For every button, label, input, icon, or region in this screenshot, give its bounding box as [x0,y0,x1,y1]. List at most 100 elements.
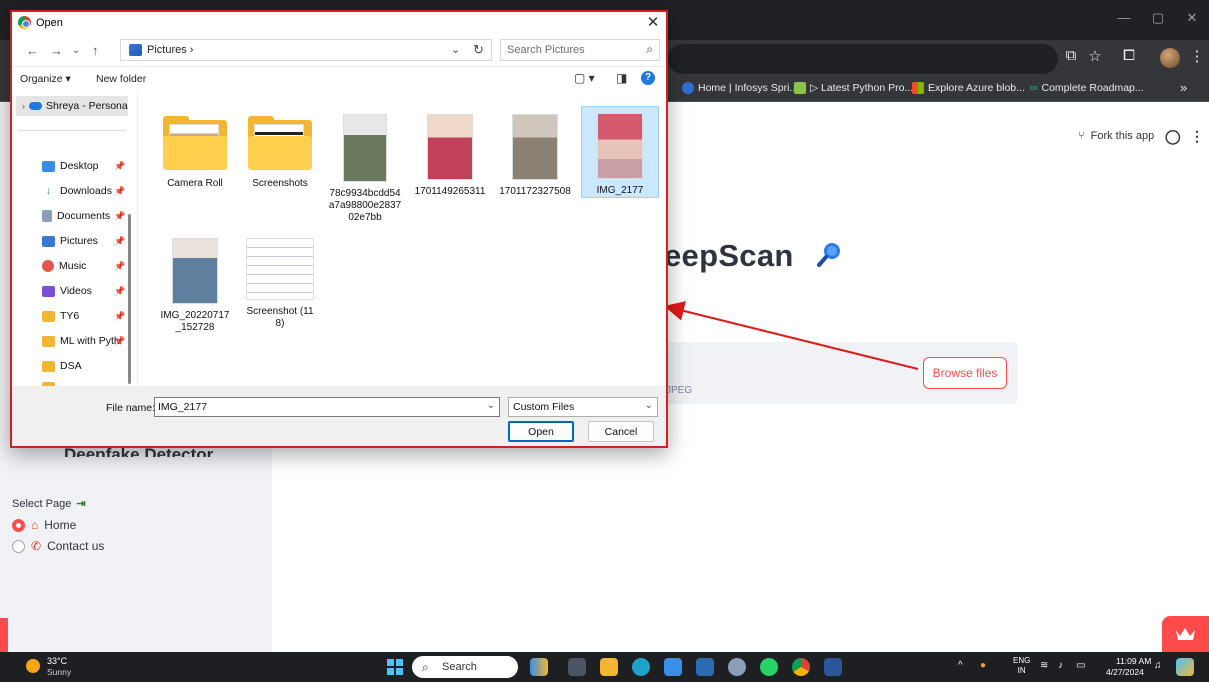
bookmark-star-icon[interactable]: ☆ [1084,47,1106,65]
dialog-navigation-bar: ← → ⌄ ↑ Pictures › ⌄ ↻ ⌕ [12,34,666,66]
fork-app-link[interactable]: ⑂ Fork this app [1078,130,1154,142]
windows-start-icon[interactable] [387,659,403,675]
file-tile-camera-roll[interactable]: Camera Roll [156,108,234,190]
organize-button[interactable]: Organize ▾ [20,73,71,85]
weather-description[interactable]: Sunny [47,667,71,677]
bookmark-item[interactable]: ∞ Complete Roadmap... [1030,82,1144,94]
file-tile-image[interactable]: 1701172327508 [496,108,574,198]
close-window-icon[interactable]: ✕ [1182,10,1202,26]
more-bookmarks-button[interactable]: » [1180,80,1187,95]
close-icon[interactable]: ✕ [644,14,662,32]
microsoft-favicon-icon [912,82,924,94]
tray-app-icon[interactable]: ● [980,660,986,671]
refresh-icon[interactable]: ↻ [473,42,484,58]
chevron-down-icon[interactable]: ⌄ [487,400,495,411]
restore-icon[interactable]: ▢ [1148,10,1168,26]
navigation-scrollbar[interactable] [128,214,131,384]
nav-item-ty6[interactable]: TY6 📌 [42,310,134,322]
mail-icon[interactable] [664,658,682,676]
recent-locations-icon[interactable]: ⌄ [72,45,80,56]
forward-arrow-icon[interactable]: → [50,43,63,58]
file-name-combobox[interactable]: ⌄ [154,397,500,417]
extensions-icon[interactable]: ⧠ [1118,47,1140,64]
nav-item-pictures[interactable]: Pictures 📌 [42,235,134,247]
chevron-up-icon[interactable]: ^ [958,660,963,671]
magnifier-icon [817,243,840,267]
language-indicator[interactable]: ENG IN [1013,656,1030,676]
store-icon[interactable] [696,658,714,676]
clock-date[interactable]: 4/27/2024 [1106,667,1144,677]
nav-item-music[interactable]: Music 📌 [42,260,134,272]
whatsapp-icon[interactable] [760,658,778,676]
app-menu-icon[interactable]: ⋮ [1190,128,1204,145]
up-arrow-icon[interactable]: ↑ [92,43,99,58]
settings-icon[interactable] [728,658,746,676]
weather-temperature[interactable]: 33°C [47,656,67,666]
nav-item-downloads[interactable]: ↓ Downloads 📌 [42,185,134,197]
profile-avatar[interactable] [1160,48,1180,68]
address-bar[interactable] [668,44,1058,74]
view-options-icon[interactable]: ▢ ▾ [574,71,595,85]
sun-icon[interactable] [26,659,40,673]
nav-item-documents[interactable]: Documents 📌 [42,210,134,222]
battery-icon[interactable]: ▭ [1076,660,1085,671]
browse-files-button[interactable]: Browse files [923,357,1007,389]
preview-pane-icon[interactable]: ◨ [616,71,627,85]
pin-icon: 📌 [114,185,126,196]
cancel-button[interactable]: Cancel [588,421,654,442]
phone-icon: ✆ [31,539,42,553]
file-tile-screenshot[interactable]: Screenshot (118) [241,232,319,330]
file-tile-img-2177[interactable]: IMG_2177 [581,106,659,198]
open-button[interactable]: Open [508,421,574,442]
edge-icon[interactable] [632,658,650,676]
minimize-icon[interactable]: — [1114,10,1134,25]
bookmark-item[interactable]: Home | Infosys Spri... [682,82,798,94]
infinity-icon: ∞ [1030,82,1038,94]
new-folder-button[interactable]: New folder [96,73,146,85]
search-input[interactable] [507,43,627,57]
taskbar-search[interactable]: ⌕ Search [412,656,518,678]
file-name-input[interactable] [158,400,478,414]
bookmark-item[interactable]: Explore Azure blob... [912,82,1025,94]
task-view-icon[interactable] [568,658,586,676]
wifi-icon[interactable]: ≋ [1040,660,1048,671]
word-icon[interactable] [824,658,842,676]
file-list-pane: Camera Roll Screenshots 78c9934bcdd54a7a… [138,90,666,386]
radio-home[interactable]: ⌂ Home [12,518,76,532]
file-tile-screenshots[interactable]: Screenshots [241,108,319,190]
file-tile-image[interactable]: 1701149265311 [411,108,489,198]
file-tile-image[interactable]: IMG_20220717_152728 [156,232,234,334]
streamlit-crown-button[interactable] [1162,616,1209,652]
nav-item-dsa[interactable]: DSA [42,360,134,372]
radio-contact-us[interactable]: ✆ Contact us [12,539,104,553]
chevron-down-icon: ⌄ [644,400,653,411]
install-app-icon[interactable]: ⧉ [1060,47,1082,64]
search-pictures-field[interactable]: ⌕ [500,39,660,61]
volume-icon[interactable]: ♪ [1058,660,1063,671]
github-icon[interactable]: ◯ [1165,128,1181,145]
bookmark-favicon-icon [794,82,806,94]
back-arrow-icon[interactable]: ← [26,43,39,58]
breadcrumb-path[interactable]: Pictures › [147,44,193,56]
chevron-down-icon[interactable]: ⌄ [451,43,460,56]
address-breadcrumb[interactable]: Pictures › ⌄ ↻ [120,39,492,61]
notification-bell-icon[interactable]: ♫ [1154,660,1162,671]
nav-item-desktop[interactable]: Desktop 📌 [42,160,134,172]
widgets-icon[interactable] [530,658,548,676]
pin-icon: 📌 [114,310,126,321]
nav-item-videos[interactable]: Videos 📌 [42,285,134,297]
chrome-icon[interactable] [792,658,810,676]
file-tile-image[interactable]: 78c9934bcdd54a7a98800e283702e7bb [326,108,404,224]
dialog-command-bar: Organize ▾ New folder ▢ ▾ ◨ ? [12,66,666,90]
browser-menu-icon[interactable]: ⋮ [1186,47,1208,65]
file-type-select[interactable]: Custom Files ⌄ [508,397,658,417]
bookmark-favicon-icon [682,82,694,94]
file-explorer-icon[interactable] [600,658,618,676]
pictures-icon [42,235,55,247]
copilot-icon[interactable] [1176,658,1194,676]
clock-time[interactable]: 11:09 AM [1116,656,1151,666]
help-icon[interactable]: ? [641,71,655,85]
nav-item-ml-with-python[interactable]: ML with Pyth 📌 [42,335,134,347]
bookmark-item[interactable]: ▷ Latest Python Pro... [794,82,913,94]
nav-item-onedrive[interactable]: › Shreya - Persona [16,96,128,116]
